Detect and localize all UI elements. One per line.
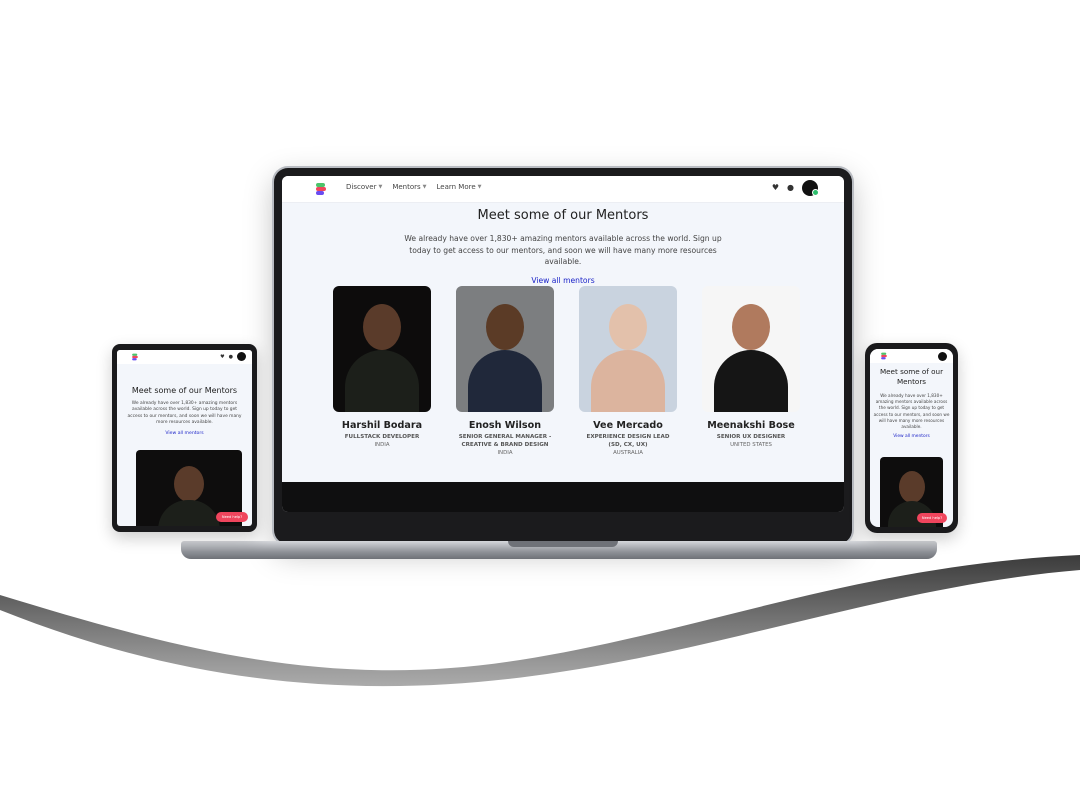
help-icon[interactable]: ● [787, 183, 794, 193]
mentor-name: Enosh Wilson [468, 420, 542, 431]
mentor-photo [702, 286, 800, 412]
mentor-role: EXPERIENCE DESIGN LEAD (SD, CX, UX) [586, 434, 670, 448]
section-description: We already have over 1,830+ amazing ment… [127, 401, 242, 426]
chevron-down-icon: ▼ [422, 184, 427, 190]
mentor-country: INDIA [374, 442, 390, 448]
user-avatar[interactable] [237, 352, 246, 361]
section-title: Meet some of our Mentors [879, 367, 944, 386]
mentor-cards: Harshil Bodara FULLSTACK DEVELOPER INDIA… [333, 286, 803, 456]
view-all-mentors-link[interactable]: View all mentors [531, 276, 594, 285]
mentor-name: Vee Mercado [593, 420, 663, 431]
mentor-role: SENIOR UX DESIGNER [716, 434, 786, 440]
laptop-screen: Discover ▼ Mentors ▼ Learn More ▼ ♥ ● Meet … [282, 176, 844, 512]
keyboard-reflection [282, 482, 844, 512]
laptop-device: Discover ▼ Mentors ▼ Learn More ▼ ♥ ● Meet … [274, 168, 852, 544]
tablet-screen: ♥ ● Meet some of our Mentors We already … [117, 350, 252, 526]
top-nav: Discover ▼ Mentors ▼ Learn More ▼ ♥ ● [282, 176, 844, 203]
nav-learn-more[interactable]: Learn More ▼ [437, 183, 482, 191]
nav-discover[interactable]: Discover ▼ [346, 183, 382, 191]
user-avatar[interactable] [938, 352, 947, 361]
user-avatar[interactable] [802, 180, 819, 196]
mentor-role: SENIOR GENERAL MANAGER - CREATIVE & BRAN… [458, 434, 552, 448]
tablet-nav-actions: ♥ ● [220, 352, 246, 361]
section-title: Meet some of our Mentors [131, 386, 238, 395]
nav-learn-more-label: Learn More [436, 183, 476, 191]
mentor-card[interactable]: Meenakshi Bose SENIOR UX DESIGNER UNITED… [702, 286, 800, 456]
section-title: Meet some of our Mentors [477, 208, 649, 223]
tablet-device: ♥ ● Meet some of our Mentors We already … [112, 344, 257, 532]
help-chat-button[interactable]: Need help? [216, 512, 248, 522]
phone-device: Meet some of our Mentors We already have… [865, 343, 958, 533]
view-all-mentors-link[interactable]: View all mentors [870, 434, 953, 439]
view-all-mentors-link[interactable]: View all mentors [117, 431, 252, 436]
mentor-photo [333, 286, 431, 412]
laptop-notch [508, 541, 618, 547]
help-icon[interactable]: ● [229, 354, 233, 360]
mentor-photo [579, 286, 677, 412]
brand-logo-icon[interactable] [131, 353, 139, 361]
nav-mentors-label: Mentors [392, 183, 421, 191]
section-description: We already have over 1,830+ amazing ment… [404, 234, 722, 266]
phone-nav [870, 349, 953, 363]
nav-actions: ♥ ● [772, 180, 819, 196]
mentor-card[interactable]: Enosh Wilson SENIOR GENERAL MANAGER - CR… [456, 286, 554, 456]
brand-logo-icon[interactable] [880, 352, 888, 360]
mentor-name: Harshil Bodara [341, 420, 423, 431]
tablet-nav: ♥ ● [117, 350, 252, 364]
heart-icon[interactable]: ♥ [772, 183, 779, 193]
mentor-country: AUSTRALIA [613, 450, 643, 456]
mentor-photo [456, 286, 554, 412]
chevron-down-icon: ▼ [477, 184, 482, 190]
heart-icon[interactable]: ♥ [220, 354, 224, 360]
nav-mentors[interactable]: Mentors ▼ [392, 183, 426, 191]
mentor-card[interactable]: Vee Mercado EXPERIENCE DESIGN LEAD (SD, … [579, 286, 677, 456]
chevron-down-icon: ▼ [378, 184, 383, 190]
phone-screen: Meet some of our Mentors We already have… [870, 349, 953, 527]
mentor-role: FULLSTACK DEVELOPER [344, 434, 420, 440]
nav-discover-label: Discover [346, 183, 377, 191]
mentor-name: Meenakshi Bose [707, 420, 795, 431]
mentor-card[interactable]: Harshil Bodara FULLSTACK DEVELOPER INDIA [333, 286, 431, 456]
mentor-country: INDIA [497, 450, 513, 456]
nav-links: Discover ▼ Mentors ▼ Learn More ▼ [346, 183, 482, 191]
mentor-country: UNITED STATES [730, 442, 772, 448]
mentors-section: Meet some of our Mentors We already have… [282, 202, 844, 287]
brand-logo-icon[interactable] [314, 182, 328, 196]
section-description: We already have over 1,830+ amazing ment… [873, 393, 950, 430]
help-chat-button[interactable]: Need help? [917, 513, 947, 523]
